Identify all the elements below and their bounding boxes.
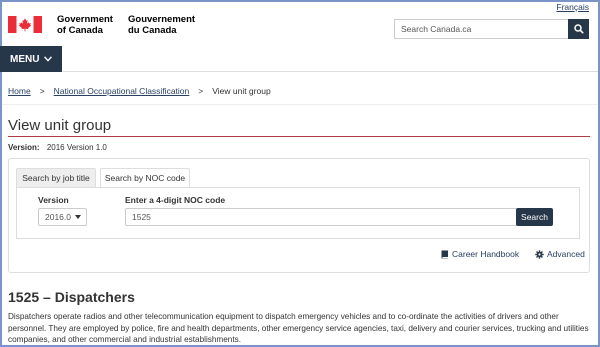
version-select[interactable]: 2016.0 [38, 208, 87, 226]
version-label: Version: [8, 143, 40, 152]
breadcrumb-separator: > [198, 86, 204, 96]
title-underline [8, 136, 590, 137]
breadcrumb-noc-link[interactable]: National Occupational Classification [54, 86, 190, 96]
career-handbook-label: Career Handbook [452, 249, 520, 259]
gear-icon [535, 249, 544, 259]
wordmark-fr-line2: du Canada [128, 25, 177, 36]
noc-code-label: Enter a 4-digit NOC code [125, 195, 226, 205]
book-icon [441, 250, 448, 258]
breadcrumb-divider [0, 104, 600, 105]
menu-label: MENU [10, 53, 40, 65]
version-value: 2016 Version 1.0 [46, 143, 107, 152]
career-handbook-link[interactable]: Career Handbook [441, 249, 519, 259]
unit-group-description: Dispatchers operate radios and other tel… [8, 312, 589, 344]
breadcrumb-home-link[interactable]: Home [8, 86, 31, 96]
version-select-value: 2016.0 [45, 212, 71, 222]
unit-group-title: 1525 – Dispatchers [8, 289, 135, 305]
breadcrumb-separator: > [39, 86, 45, 96]
page-title: View unit group [8, 117, 112, 134]
version-select-label: Version [38, 195, 69, 205]
chevron-down-icon [44, 56, 53, 62]
site-search [394, 19, 589, 39]
wordmark-en-line2: of Canada [57, 25, 103, 36]
tab-search-by-noc-code[interactable]: Search by NOC code [100, 168, 190, 188]
tab-search-by-job-title[interactable]: Search by job title [16, 168, 96, 188]
advanced-search-link[interactable]: Advanced [535, 249, 585, 259]
language-toggle-link[interactable]: Français [556, 2, 589, 12]
wordmark-fr-line1: Gouvernement [128, 14, 196, 25]
advanced-label: Advanced [547, 249, 585, 259]
search-icon [573, 24, 584, 34]
site-search-input[interactable] [394, 19, 568, 39]
menu-button[interactable]: MENU [0, 46, 63, 72]
breadcrumb-current: View unit group [212, 86, 271, 96]
noc-search-button[interactable]: Search [516, 208, 553, 226]
caret-down-icon [75, 215, 81, 219]
wordmark-en-line1: Government [57, 14, 113, 25]
breadcrumb: Home > National Occupational Classificat… [8, 86, 271, 96]
site-search-button[interactable] [568, 19, 589, 39]
menu-bar: MENU [0, 46, 600, 72]
government-of-canada-wordmark-en: Government of Canada [57, 14, 113, 36]
canada-flag-icon [8, 16, 42, 33]
noc-code-value: 1525 [132, 212, 151, 222]
menu-bar-background [63, 46, 600, 72]
version-info: Version: 2016 Version 1.0 [8, 143, 107, 152]
noc-code-input[interactable]: 1525 [125, 208, 517, 226]
government-of-canada-wordmark-fr: Gouvernement du Canada [128, 14, 195, 36]
